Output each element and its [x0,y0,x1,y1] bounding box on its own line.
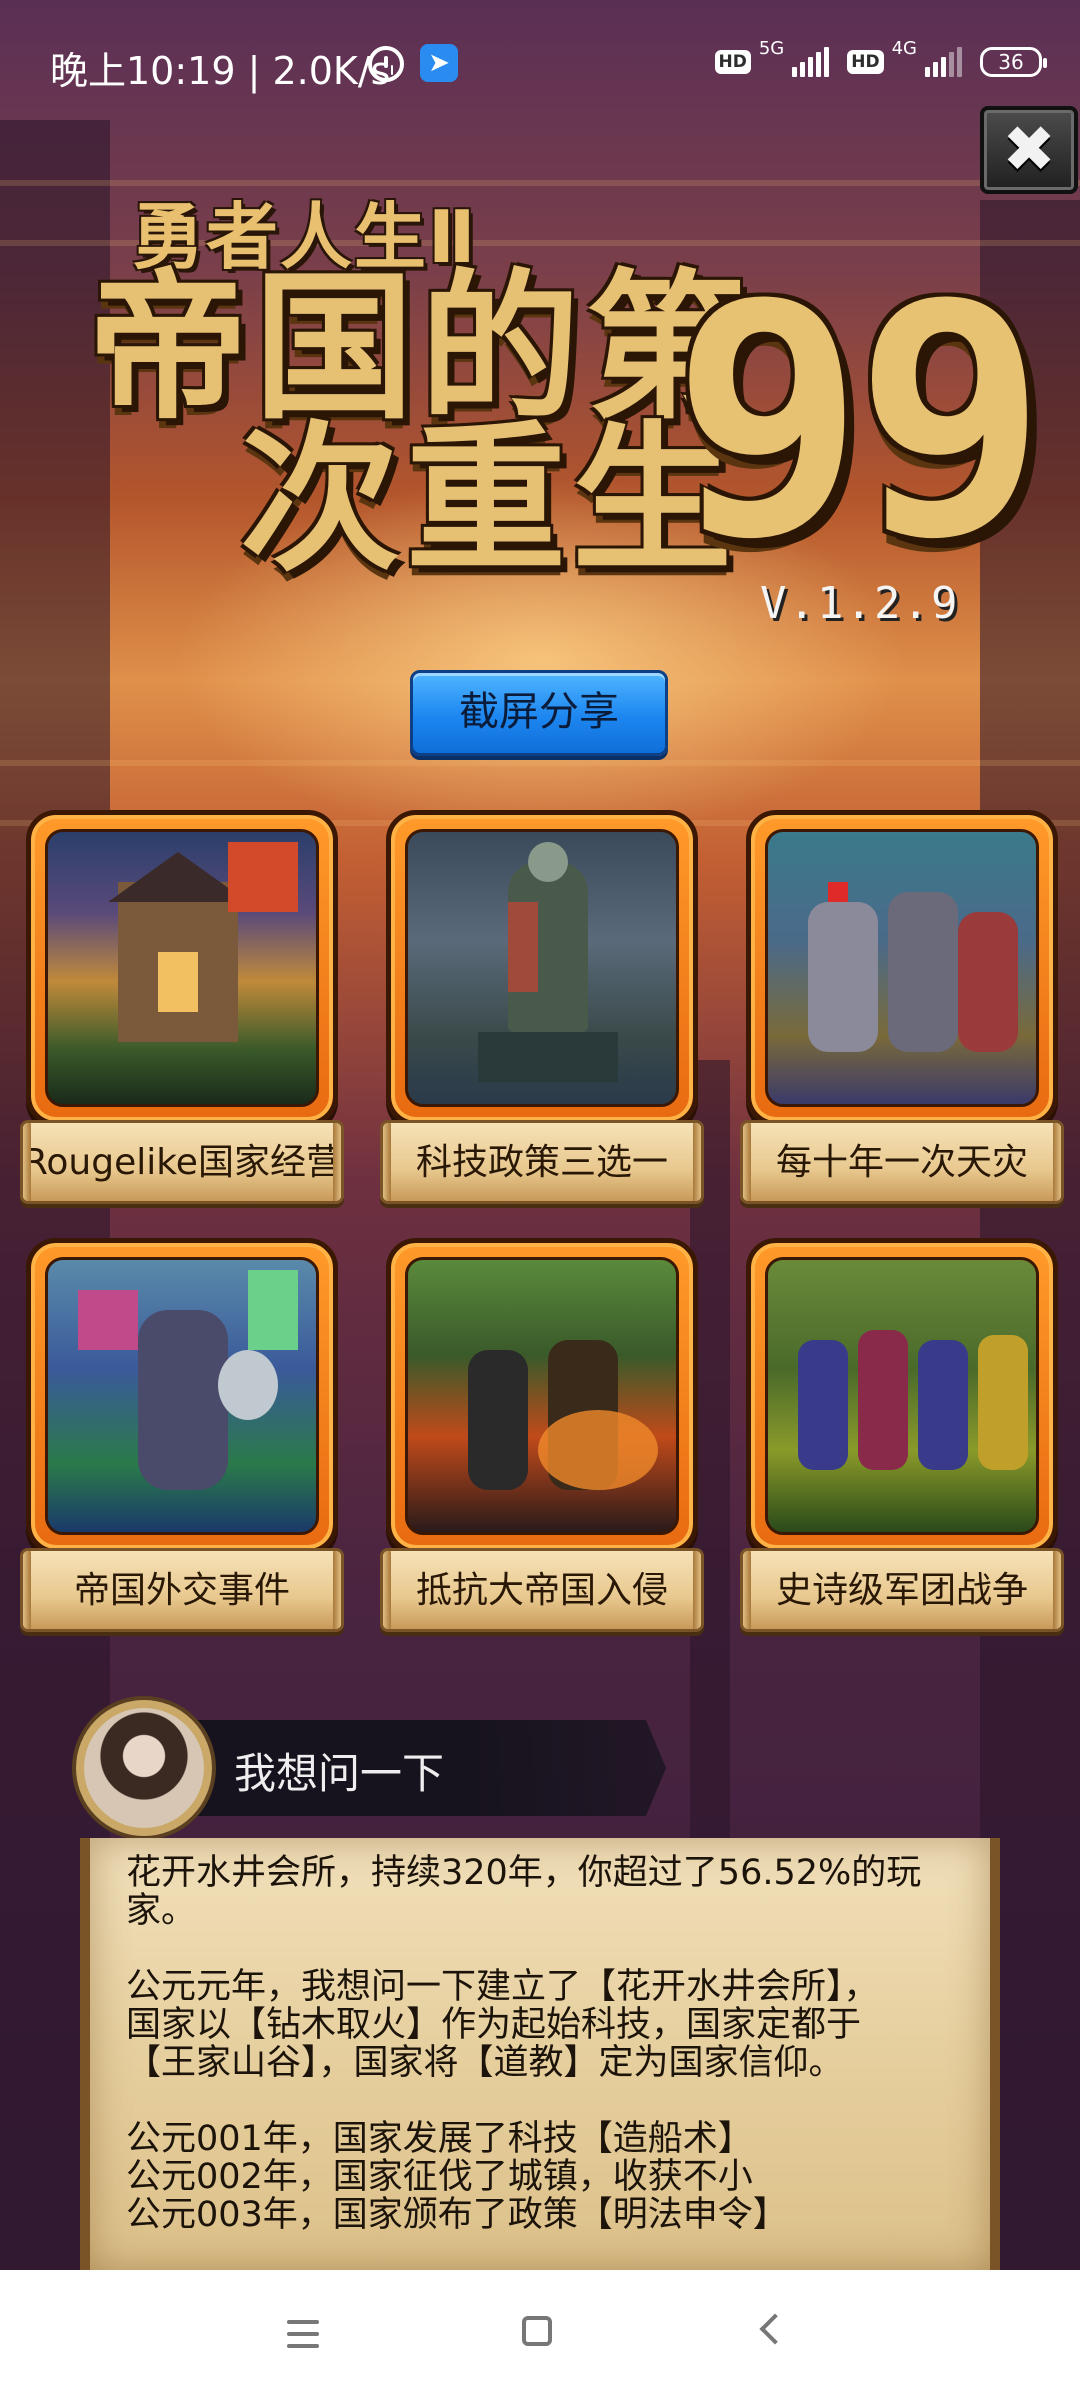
speaker-name: 我想问一下 [234,1749,445,1798]
history-log-panel[interactable]: 花开水井会所，持续320年，你超过了56.52%的玩 家。 公元元年，我想问一下… [80,1838,1000,2270]
screenshot-share-button[interactable]: 截屏分享 [410,670,668,756]
avatar[interactable] [76,1700,212,1836]
feature-label: 帝国外交事件 [20,1548,344,1632]
status-bar: 晚上10:19 | 2.0K/s ➤ HD 5G HD 4G 36 [0,0,1080,128]
feature-image-army [765,1257,1039,1535]
log-line: 公元002年，国家征伐了城镇，收获不小 [126,2157,753,2197]
battery-icon: 36 [980,47,1047,77]
game-title-number: 99 [672,236,1047,608]
log-spacer [126,1930,960,1968]
signal-icon [925,47,962,77]
status-indicators: HD 5G HD 4G 36 [714,38,1047,82]
feature-card[interactable]: 抵抗大帝国入侵 [380,1238,704,1658]
feature-label: 每十年一次天灾 [740,1120,1064,1204]
log-line: 家。 [126,1891,197,1931]
feature-label: 史诗级军团战争 [740,1548,1064,1632]
log-line: 【王家山谷】，国家将【道教】定为国家信仰。 [126,2043,844,2083]
feature-card[interactable]: Rougelike国家经营 [20,810,344,1230]
feature-image-village [45,829,319,1107]
hd-icon: HD [847,50,884,74]
feature-card-frame [26,1238,338,1554]
signal-icon [792,47,830,77]
network-4g-label: 4G [891,38,917,59]
back-icon[interactable] [759,2313,791,2345]
feature-card[interactable]: 史诗级军团战争 [740,1238,1064,1658]
feature-image-statue [405,829,679,1107]
feature-card-frame [386,810,698,1126]
feature-image-knights [765,829,1039,1107]
log-line: 公元001年，国家发展了科技【造船术】 [126,2119,753,2159]
feature-card[interactable]: 科技政策三选一 [380,810,704,1230]
menu-icon[interactable] [287,2320,319,2348]
feature-label: 科技政策三选一 [380,1120,704,1204]
close-icon: ✖ [1002,113,1056,187]
feature-image-diplomacy [45,1257,319,1535]
feature-card-frame [746,1238,1058,1554]
log-line: 国家以【钻木取火】作为起始科技，国家定都于 [126,2005,862,2045]
chat-speaker: 我想问一下 [76,1700,666,1836]
network-5g-label: 5G [758,38,785,59]
feature-label: Rougelike国家经营 [20,1120,344,1204]
log-line: 公元元年，我想问一下建立了【花开水井会所】， [126,1967,879,2007]
version-label: V.1.2.9 [760,578,960,629]
feature-card-frame [746,810,1058,1126]
game-title-line-1: 帝国的第 [88,254,753,441]
system-nav-bar [0,2270,1080,2400]
home-icon[interactable] [522,2316,552,2346]
feature-card-frame [26,810,338,1126]
close-button[interactable]: ✖ [980,106,1078,194]
feature-card[interactable]: 帝国外交事件 [20,1238,344,1658]
hd-icon: HD [714,50,751,74]
app-notification-icon: ➤ [420,44,458,82]
log-line: 公元003年，国家颁布了政策【明法申令】 [126,2195,788,2235]
status-time: 晚上10:19 | 2.0K/s [50,49,391,93]
alarm-icon [368,46,404,82]
log-spacer [126,2082,960,2120]
log-line: 花开水井会所，持续320年，你超过了56.52%的玩 [126,1853,922,1893]
feature-label: 抵抗大帝国入侵 [380,1548,704,1632]
game-title-line-2: 次重生 [240,406,739,593]
feature-image-invasion [405,1257,679,1535]
feature-card-frame [386,1238,698,1554]
feature-card[interactable]: 每十年一次天灾 [740,810,1064,1230]
